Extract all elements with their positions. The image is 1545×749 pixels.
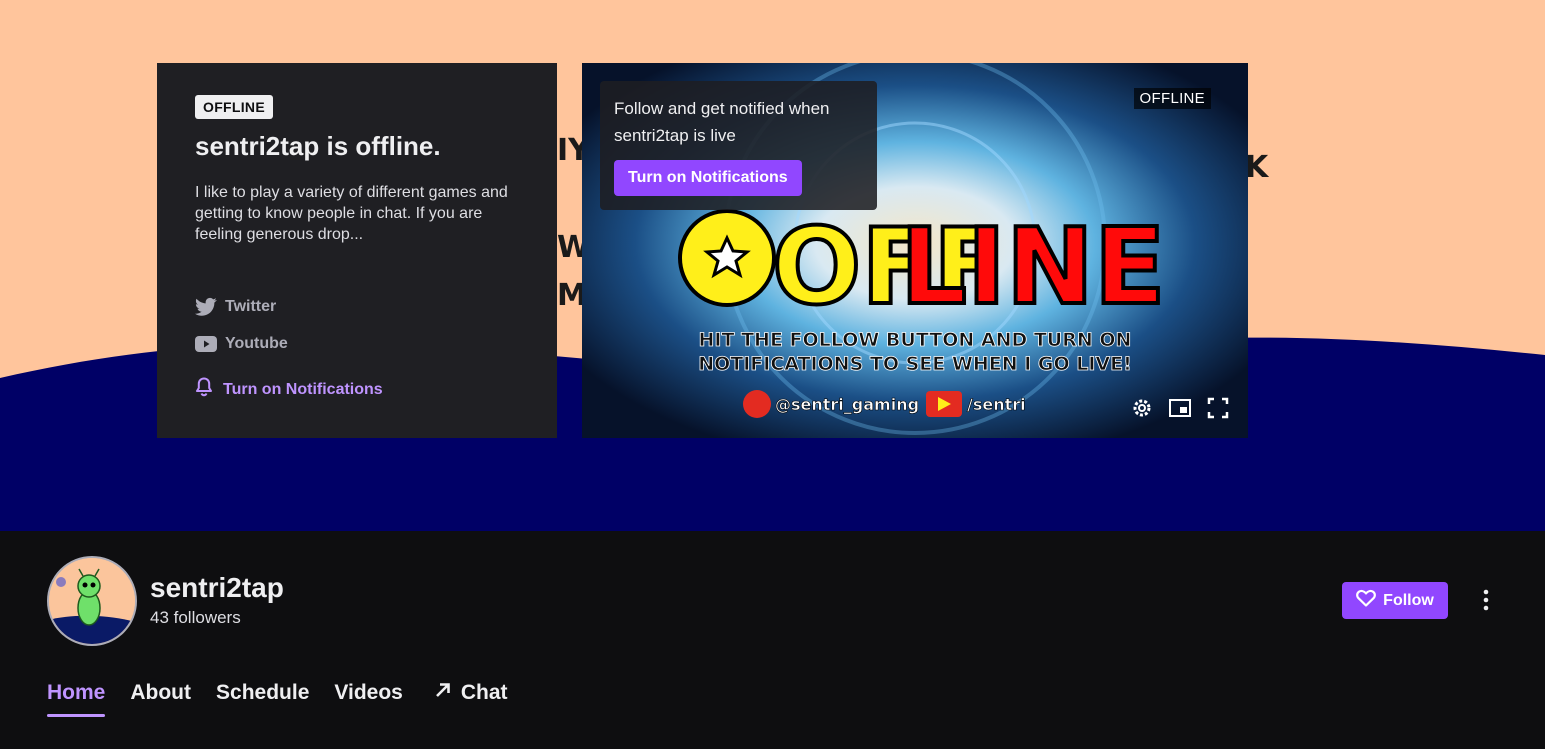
art-twitter-handle: @sentri_gaming <box>775 395 919 414</box>
tab-schedule[interactable]: Schedule <box>216 680 309 717</box>
popup-text: Follow and get notified when sentri2tap … <box>614 99 830 145</box>
tab-home[interactable]: Home <box>47 680 106 717</box>
tab-videos[interactable]: Videos <box>334 680 402 717</box>
tab-chat[interactable]: Chat <box>433 680 508 717</box>
follower-count: 43 followers <box>150 608 241 627</box>
follow-notify-popup: Follow and get notified when sentri2tap … <box>600 81 877 210</box>
twitter-icon <box>195 297 217 317</box>
picture-in-picture-icon[interactable] <box>1168 396 1192 420</box>
tab-label: About <box>130 681 192 704</box>
art-line-2: NOTIFICATIONS TO SEE WHEN I GO LIVE! <box>698 353 1132 375</box>
popup-turn-on-notifications-button[interactable]: Turn on Notifications <box>614 160 802 196</box>
tab-label: Schedule <box>216 681 310 704</box>
player-controls <box>1130 396 1230 420</box>
channel-tabs: Home About Schedule Videos Chat <box>47 680 508 717</box>
fullscreen-icon[interactable] <box>1206 396 1230 420</box>
video-player[interactable]: OFF LINE HIT THE FOLLOW BUTTON AND TURN … <box>582 63 1248 438</box>
tab-about[interactable]: About <box>130 680 191 717</box>
tab-label: Videos <box>334 681 403 704</box>
turn-on-notifications-link[interactable]: Turn on Notifications <box>195 377 383 402</box>
twitter-label: Twitter <box>225 298 277 315</box>
notifications-label: Turn on Notifications <box>223 380 383 398</box>
vertical-ellipsis-icon <box>1474 589 1498 616</box>
tab-label: Chat <box>460 681 508 704</box>
channel-description: I like to play a variety of different ga… <box>195 184 508 243</box>
offline-title: sentri2tap is offline. <box>195 131 441 161</box>
heart-icon <box>1356 589 1377 612</box>
offline-info-card: OFFLINE sentri2tap is offline. I like to… <box>157 63 557 438</box>
youtube-link[interactable]: Youtube <box>195 335 288 353</box>
settings-gear-icon[interactable] <box>1130 396 1154 420</box>
art-youtube-handle: /sentri <box>967 395 1026 414</box>
offline-badge: OFFLINE <box>195 95 273 119</box>
player-offline-badge: OFFLINE <box>1133 88 1211 109</box>
tab-label: Home <box>47 681 106 704</box>
channel-name[interactable]: sentri2tap <box>150 572 284 604</box>
arrow-up-right-icon <box>433 680 453 706</box>
more-options-button[interactable] <box>1474 588 1498 612</box>
youtube-icon <box>195 336 217 352</box>
art-line-1: HIT THE FOLLOW BUTTON AND TURN ON <box>699 329 1132 351</box>
twitter-link[interactable]: Twitter <box>195 297 276 317</box>
channel-avatar[interactable] <box>47 556 137 646</box>
art-headline-right: LINE <box>900 206 1166 328</box>
follow-button[interactable]: Follow <box>1342 582 1448 619</box>
youtube-label: Youtube <box>225 335 288 352</box>
follow-label: Follow <box>1383 591 1434 609</box>
bell-icon <box>195 377 213 402</box>
